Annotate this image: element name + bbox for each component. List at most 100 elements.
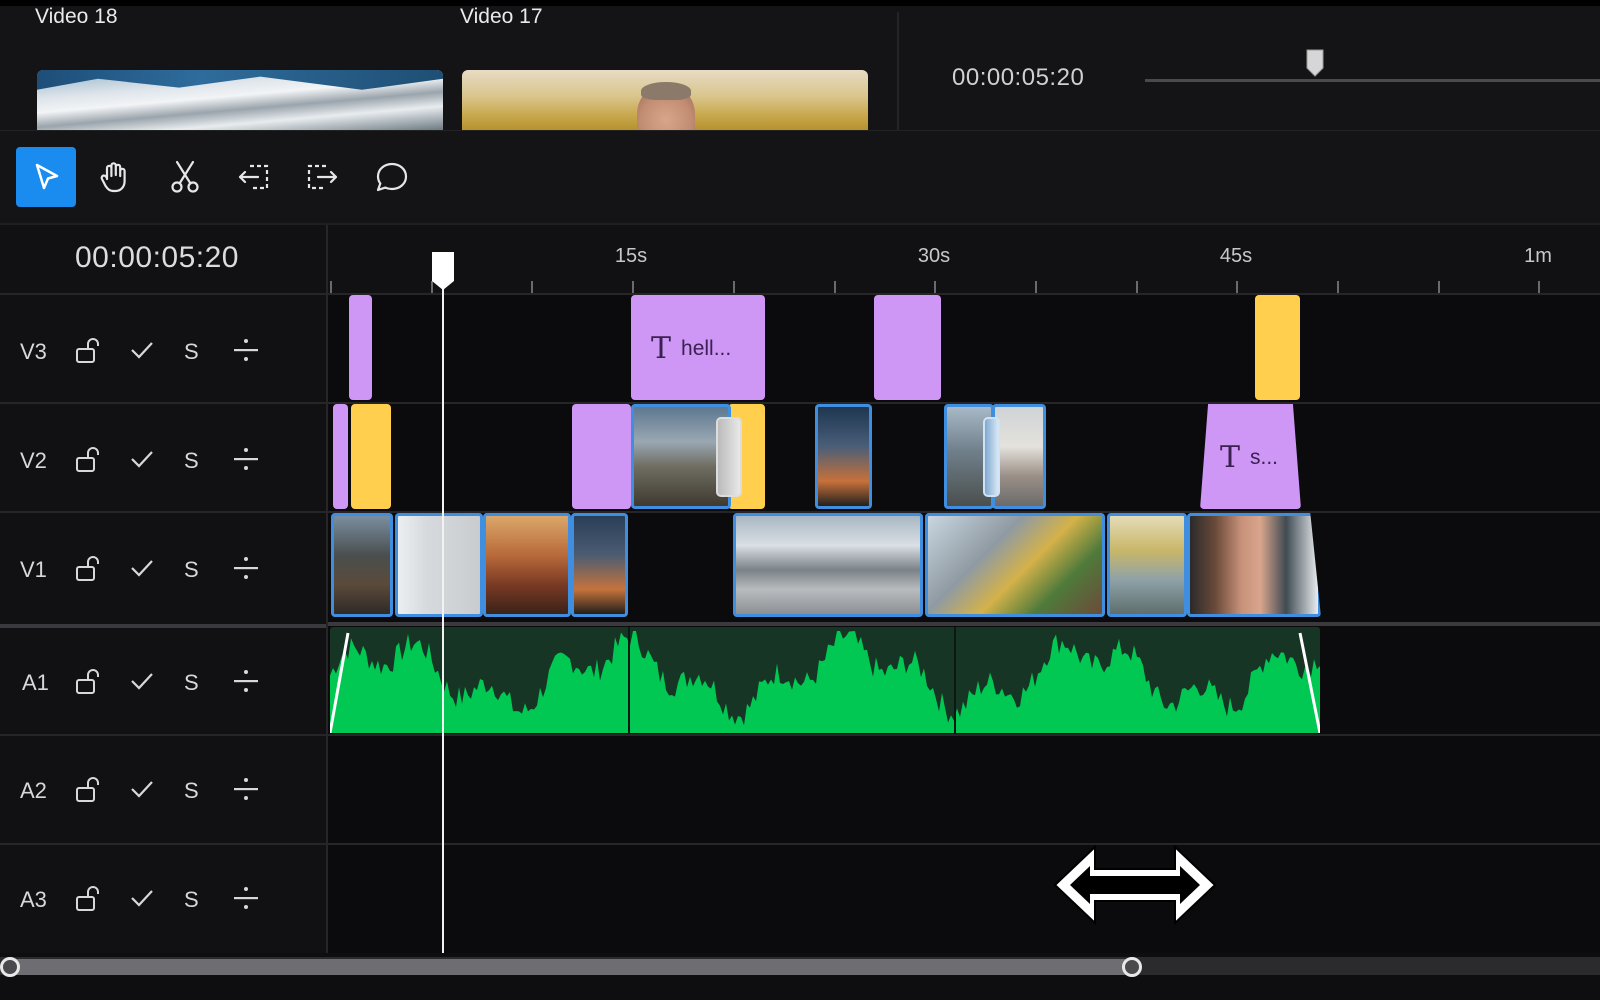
divide-icon[interactable] [231,666,261,696]
checkmark-icon[interactable] [127,774,157,804]
divide-icon[interactable] [231,335,261,365]
text-clip[interactable] [874,295,941,400]
unlock-icon[interactable] [74,883,104,913]
scroll-thumb[interactable] [4,959,1139,975]
ruler-tick [1236,281,1239,293]
checkmark-icon[interactable] [127,666,157,696]
text-clip[interactable] [333,404,348,509]
trim-start-icon [238,164,269,190]
trim-start-tool-button[interactable] [224,147,284,207]
scroll-end-handle[interactable] [1122,957,1142,977]
audio-clip-waveform[interactable] [330,627,1320,733]
track-name: V1 [20,557,47,582]
unlock-icon[interactable] [74,774,104,804]
divide-icon[interactable] [231,444,261,474]
track-name: V3 [20,339,47,364]
timeline-timecode[interactable]: 00:00:05:20 [75,241,239,275]
solo-toggle[interactable]: S [184,670,199,696]
scroll-start-handle[interactable] [0,957,20,977]
playhead-handle[interactable] [431,251,455,291]
video-clip[interactable] [992,404,1046,509]
text-clip-title: s... [1250,445,1279,469]
text-clip[interactable] [572,404,631,509]
media-thumbnail[interactable] [462,70,868,130]
track-lane-a3[interactable] [328,843,1600,953]
audio-clip-boundary[interactable] [954,627,956,733]
text-clip-s[interactable]: T s... [1200,404,1301,509]
solo-toggle[interactable]: S [184,778,199,804]
panel-divider[interactable] [897,12,899,136]
track-header-v2: V2 S [0,402,326,511]
ruler-tick [632,281,635,293]
horizontal-resize-cursor-icon [1053,844,1217,926]
checkmark-icon[interactable] [127,335,157,365]
video-clip[interactable] [331,513,393,617]
unlock-icon[interactable] [74,444,104,474]
comment-tool-button[interactable] [362,147,422,207]
ruler-tick [1437,281,1440,293]
video-clip[interactable] [733,513,923,617]
text-icon: T [651,331,672,366]
text-clip-hello[interactable]: T hell... [631,295,765,400]
solo-toggle[interactable]: S [184,887,199,913]
track-name: A1 [22,670,49,695]
time-ruler[interactable]: 15s 30s 45s 1m [328,225,1600,295]
hand-icon [100,162,126,193]
unlock-icon[interactable] [74,666,104,696]
video-clip[interactable] [925,513,1105,617]
trim-end-tool-button[interactable] [292,147,352,207]
divide-icon[interactable] [231,774,261,804]
track-name: A2 [20,778,47,803]
preview-scrubber-handle[interactable] [1305,48,1325,78]
media-thumbnail[interactable] [37,70,443,130]
transition-handle[interactable] [716,417,742,497]
timeline-scrollbar[interactable] [0,953,1600,1000]
checkmark-icon[interactable] [127,444,157,474]
video-clip[interactable] [1107,513,1187,617]
text-clip-label: T hell... [651,331,731,366]
select-tool-button[interactable] [16,147,76,207]
video-clip[interactable] [483,513,571,617]
solo-toggle[interactable]: S [184,557,199,583]
track-name: V2 [20,448,47,473]
ruler-tick [330,281,332,293]
media-panel: Video 18 Video 17 00:00:05:20 [0,0,1600,136]
track-name: A3 [20,887,47,912]
solo-toggle[interactable]: S [184,448,199,474]
track-header-v1: V1 S [0,511,326,622]
ruler-tick [1538,281,1541,293]
timeline-area[interactable]: 15s 30s 45s 1m T hell... T s... [328,225,1600,953]
hand-tool-button[interactable] [84,147,144,207]
ruler-tick [531,281,534,293]
ruler-label-1m: 1m [1524,245,1552,267]
transition-handle[interactable] [983,417,1000,497]
track-header-v3: V3 S [0,293,326,402]
text-icon: T [1220,440,1241,475]
solo-toggle[interactable]: S [184,339,199,365]
audio-clip-boundary[interactable] [628,627,630,733]
unlock-icon[interactable] [74,553,104,583]
razor-tool-button[interactable] [155,147,215,207]
checkmark-icon[interactable] [127,553,157,583]
track-lane-v3[interactable] [328,293,1600,402]
unlock-icon[interactable] [74,335,104,365]
text-clip[interactable] [349,295,372,400]
track-lane-a2[interactable] [328,734,1600,843]
ruler-label-15s: 15s [614,245,648,267]
effect-clip[interactable] [351,404,391,509]
video-clip[interactable] [571,513,628,617]
ruler-tick [833,281,836,293]
video-clip[interactable] [1187,513,1321,617]
effect-clip[interactable] [1255,295,1300,400]
playhead-line[interactable] [442,263,444,953]
video-clip[interactable] [815,404,872,509]
checkmark-icon[interactable] [127,883,157,913]
track-header-a2: A2 S [0,734,326,843]
cursor-icon [35,163,59,190]
divide-icon[interactable] [231,883,261,913]
divide-icon[interactable] [231,553,261,583]
preview-scrubber[interactable] [1145,79,1600,82]
ruler-tick [732,281,735,293]
video-clip[interactable] [395,513,483,617]
text-clip-label: T s... [1220,440,1278,475]
